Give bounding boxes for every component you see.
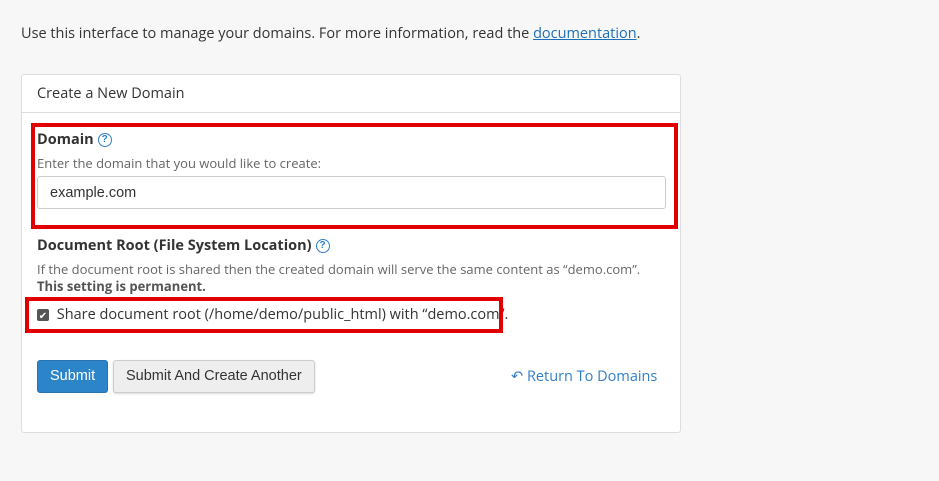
intro-suffix: . [636,24,641,43]
return-to-domains-label: Return To Domains [526,367,658,386]
domain-highlight-box [31,123,678,229]
return-to-domains-link[interactable]: ↶ Return To Domains [511,367,657,386]
intro-description: Use this interface to manage your domain… [21,24,534,43]
panel-heading: Create a New Domain [22,75,680,113]
intro-text: Use this interface to manage your domain… [21,24,640,43]
doc-root-hint: If the document root is shared then the … [37,260,641,278]
undo-arrow-icon: ↶ [511,367,524,386]
question-circle-icon[interactable]: ? [315,239,330,254]
permanent-note: This setting is permanent. [37,277,206,295]
checkbox-highlight-box [25,297,503,333]
submit-button[interactable]: Submit [37,360,109,393]
submit-and-create-another-button[interactable]: Submit And Create Another [113,360,315,393]
doc-root-label-row: Document Root (File System Location)? [37,236,330,255]
doc-root-label: Document Root (File System Location) [37,236,312,255]
documentation-link[interactable]: documentation [533,24,637,43]
